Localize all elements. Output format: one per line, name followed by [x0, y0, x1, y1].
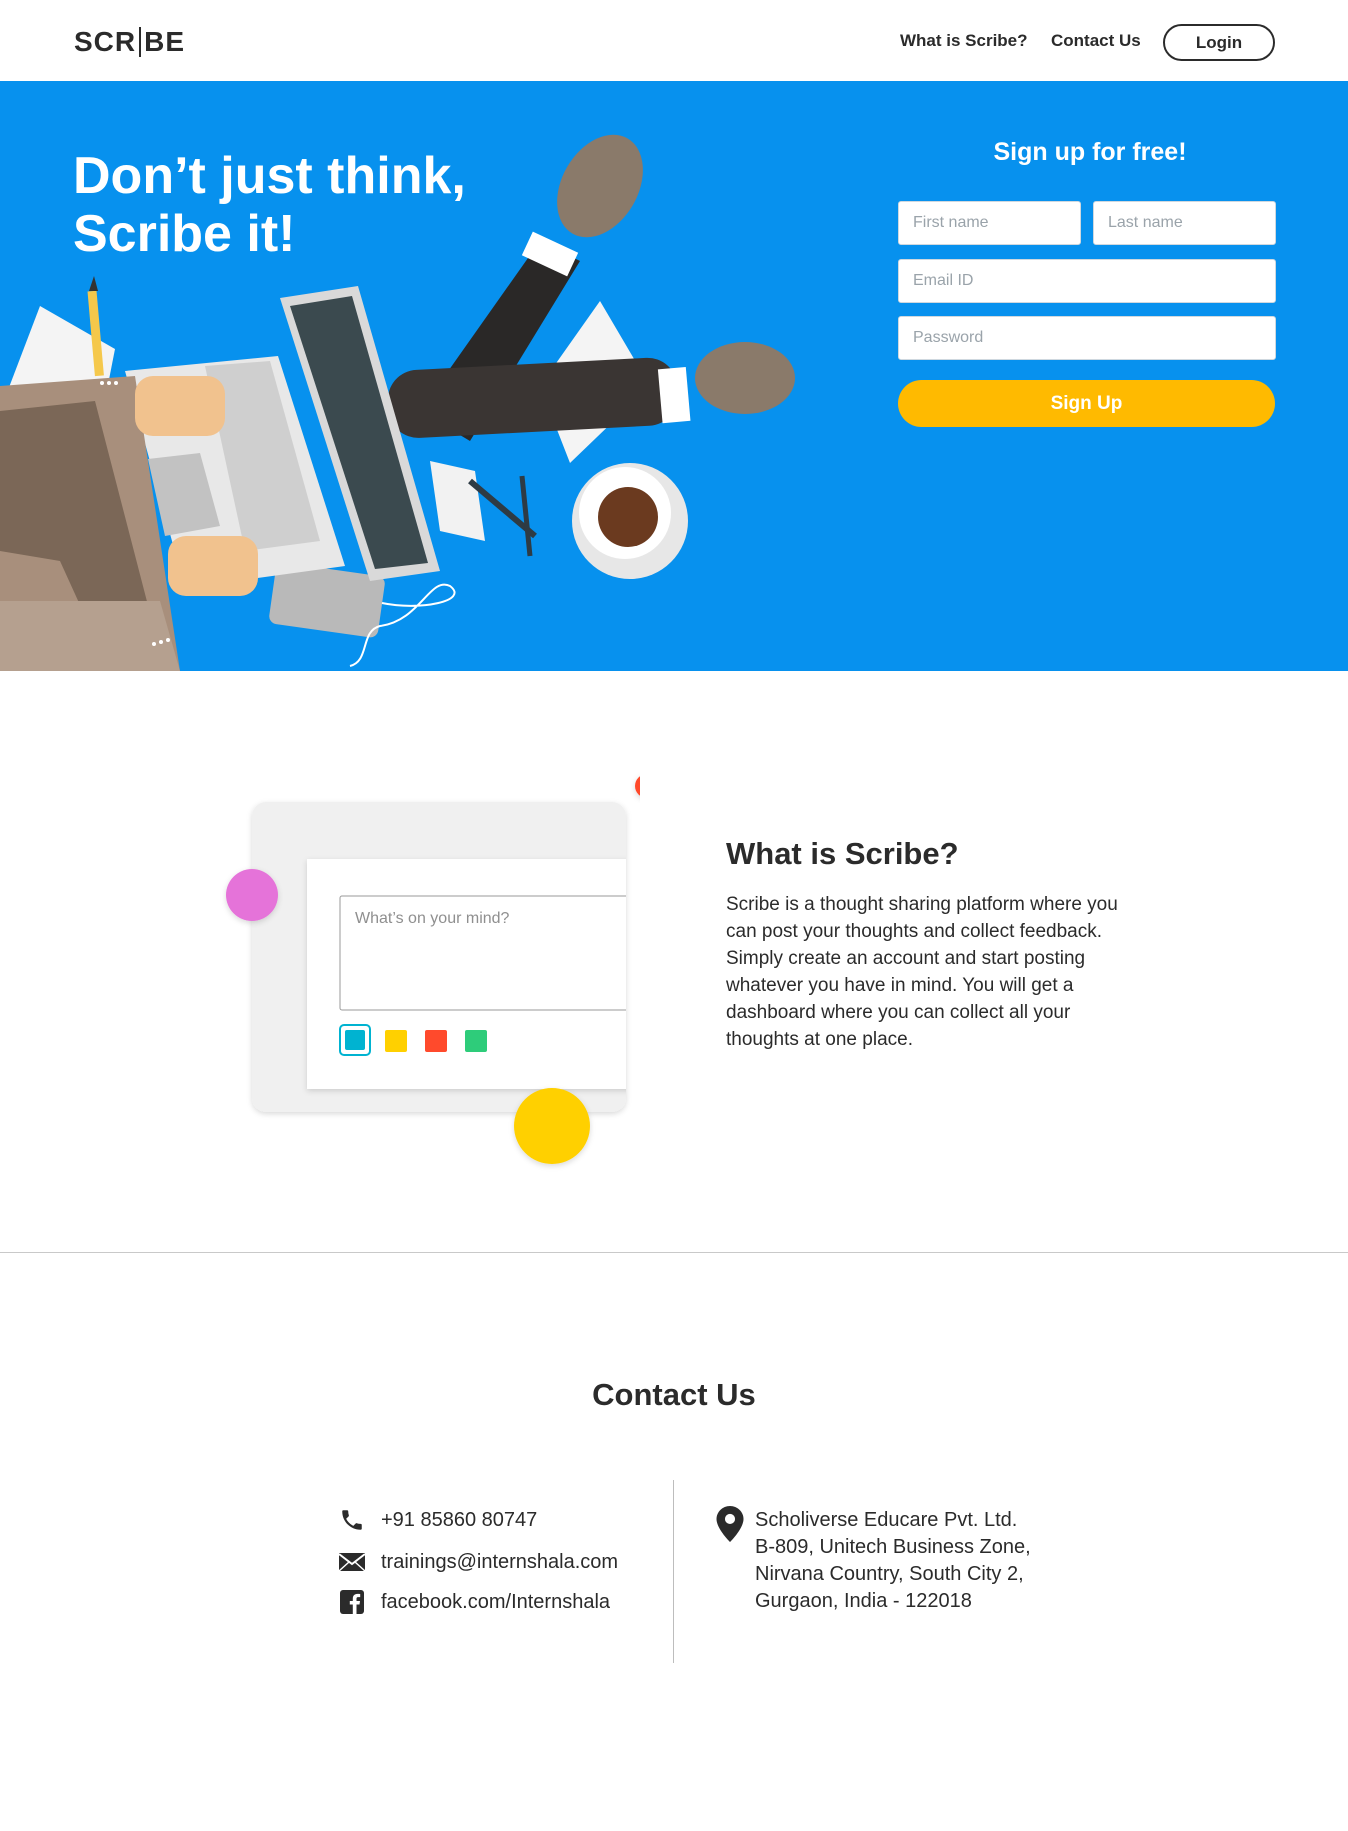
nav-link-what-is-scribe[interactable]: What is Scribe?	[900, 31, 1028, 51]
address-line: Gurgaon, India - 122018	[755, 1590, 972, 1612]
leg-icon	[387, 357, 678, 438]
color-swatch-yellow	[385, 1030, 407, 1052]
login-button[interactable]: Login	[1163, 24, 1275, 61]
contact-phone[interactable]: +91 85860 80747	[338, 1505, 537, 1535]
signup-title: Sign up for free!	[993, 138, 1187, 166]
location-pin-icon	[716, 1506, 744, 1542]
section-divider	[0, 1252, 1348, 1253]
yellow-dot-icon	[514, 1088, 590, 1164]
address-line: Scholiverse Educare Pvt. Ltd.	[755, 1509, 1018, 1531]
phone-number: +91 85860 80747	[381, 1508, 538, 1531]
last-name-input[interactable]	[1093, 201, 1276, 245]
top-nav: SCR BE What is Scribe? Contact Us Login	[0, 0, 1348, 81]
phone-icon	[338, 1506, 366, 1534]
password-input[interactable]	[898, 316, 1276, 360]
post-mockup-illustration: What’s on your mind?	[226, 776, 640, 1164]
contact-facebook[interactable]: facebook.com/Internshala	[338, 1587, 610, 1617]
email-address: trainings@internshala.com	[381, 1550, 619, 1573]
color-swatch-green	[465, 1030, 487, 1052]
contact-column-divider	[673, 1480, 674, 1663]
logo-cursor-icon	[139, 27, 142, 57]
hand-icon	[135, 376, 225, 436]
logo-text-right: BE	[144, 26, 186, 57]
pen-icon	[519, 475, 533, 557]
postal-address: Scholiverse Educare Pvt. Ltd. B-809, Uni…	[755, 1507, 1031, 1615]
contact-us-heading: Contact Us	[592, 1377, 756, 1412]
hero-headline-line2: Scribe it!	[73, 205, 296, 263]
mockup-placeholder-text: What’s on your mind?	[355, 910, 510, 927]
email-input[interactable]	[898, 259, 1276, 303]
facebook-icon	[338, 1588, 366, 1616]
first-name-input[interactable]	[898, 201, 1081, 245]
nav-link-contact-us[interactable]: Contact Us	[1051, 31, 1141, 51]
facebook-link: facebook.com/Internshala	[381, 1590, 611, 1613]
color-swatch-cyan	[345, 1030, 365, 1050]
shoe-icon	[695, 342, 795, 414]
pink-dot-icon	[226, 869, 278, 921]
logo-text-left: SCR	[74, 26, 137, 57]
what-is-scribe-description: Scribe is a thought sharing platform whe…	[726, 894, 1118, 1050]
sign-up-button[interactable]: Sign Up	[898, 380, 1275, 427]
hero-headline: Don’t just think, Scribe it!	[73, 147, 573, 263]
hand-icon	[168, 536, 258, 596]
envelope-icon	[338, 1548, 366, 1576]
hero-section: Don’t just think, Scribe it!	[0, 81, 1348, 671]
color-swatch-red	[425, 1030, 447, 1052]
what-is-scribe-heading: What is Scribe?	[726, 836, 959, 871]
address-line: B-809, Unitech Business Zone,	[755, 1536, 1031, 1558]
red-dot-icon	[635, 776, 640, 796]
contact-email[interactable]: trainings@internshala.com	[338, 1547, 618, 1577]
hero-headline-line1: Don’t just think,	[73, 147, 466, 205]
address-line: Nirvana Country, South City 2,	[755, 1563, 1024, 1585]
notepad-icon	[430, 461, 485, 541]
scribe-logo[interactable]: SCR BE	[74, 26, 185, 58]
